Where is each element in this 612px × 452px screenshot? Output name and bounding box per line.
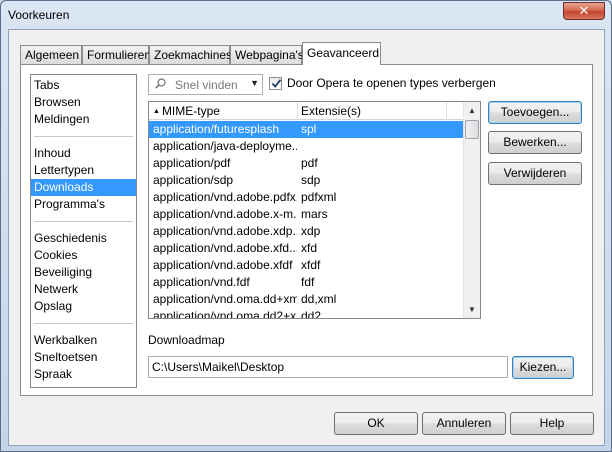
category-item-programmas[interactable]: Programma's	[31, 196, 136, 213]
category-item-sneltoetsen[interactable]: Sneltoetsen	[31, 349, 136, 366]
cancel-button[interactable]: Annuleren	[422, 412, 506, 435]
remove-mime-type-button[interactable]: Verwijderen	[488, 162, 582, 185]
category-divider	[34, 136, 133, 137]
category-item-browsen[interactable]: Browsen	[31, 94, 136, 111]
category-item-spraak[interactable]: Spraak	[31, 366, 136, 383]
dialog-client: Algemeen Formulieren Zoekmachines Webpag…	[8, 29, 605, 446]
tab-webpaginas[interactable]: Webpagina's	[230, 45, 304, 64]
category-item-netwerk[interactable]: Netwerk	[31, 281, 136, 298]
category-item-geschiedenis[interactable]: Geschiedenis	[31, 230, 136, 247]
table-row[interactable]: application/vnd.adobe.xdp... xdp	[149, 223, 464, 240]
scrollbar-thumb[interactable]	[465, 120, 479, 139]
quick-find-field[interactable]: Snel vinden ▼	[148, 74, 263, 95]
table-row[interactable]: application/vnd.oma.dd2+xml dd2	[149, 308, 464, 318]
category-item-beveiliging[interactable]: Beveiliging	[31, 264, 136, 281]
search-icon	[155, 78, 166, 89]
sort-ascending-icon: ▲	[153, 108, 160, 115]
mime-table-body: application/futuresplash spl application/…	[149, 121, 464, 318]
close-button[interactable]: ✕	[563, 2, 605, 20]
checkmark-icon	[271, 79, 282, 88]
tab-algemeen[interactable]: Algemeen	[20, 45, 82, 64]
hide-opera-types-checkbox[interactable]	[269, 77, 282, 90]
tab-geavanceerd[interactable]: Geavanceerd	[302, 42, 381, 65]
scroll-down-icon[interactable]: ▼	[464, 301, 480, 318]
category-item-werkbalken[interactable]: Werkbalken	[31, 332, 136, 349]
category-divider	[34, 221, 133, 222]
edit-mime-type-button[interactable]: Bewerken...	[488, 131, 582, 154]
table-row[interactable]: application/vnd.oma.dd+xml dd,xml	[149, 291, 464, 308]
table-row[interactable]: application/sdp sdp	[149, 172, 464, 189]
category-item-tabs[interactable]: Tabs	[31, 77, 136, 94]
tab-formulieren[interactable]: Formulieren	[82, 45, 151, 64]
tab-zoekmachines[interactable]: Zoekmachines	[149, 45, 232, 64]
hide-opera-types-label[interactable]: Door Opera te openen types verbergen	[287, 76, 496, 90]
category-list[interactable]: Tabs Browsen Meldingen Inhoud Lettertype…	[30, 74, 137, 388]
table-row[interactable]: application/pdf pdf	[149, 155, 464, 172]
quick-find-placeholder: Snel vinden	[175, 78, 238, 92]
window-title: Voorkeuren	[8, 8, 70, 22]
mime-table-scrollbar[interactable]: ▲ ▼	[463, 102, 480, 318]
category-item-meldingen[interactable]: Meldingen	[31, 111, 136, 128]
category-item-opslag[interactable]: Opslag	[31, 298, 136, 315]
choose-folder-button[interactable]: Kiezen...	[512, 356, 574, 379]
table-row[interactable]: application/futuresplash spl	[149, 121, 464, 138]
download-folder-input[interactable]: C:\Users\Maikel\Desktop	[148, 356, 508, 378]
mime-type-table[interactable]: ▲ MIME-type Extensie(s) application/futur…	[148, 101, 481, 319]
add-mime-type-button[interactable]: Toevoegen...	[488, 101, 582, 124]
scroll-up-icon[interactable]: ▲	[464, 102, 480, 119]
preferences-window: Voorkeuren ✕ Algemeen Formulieren Zoekma…	[0, 0, 612, 452]
chevron-down-icon[interactable]: ▼	[250, 78, 259, 88]
title-bar: Voorkeuren	[1, 1, 611, 29]
column-header-extensions[interactable]: Extensie(s)	[301, 104, 361, 118]
table-row[interactable]: application/vnd.fdf fdf	[149, 274, 464, 291]
category-item-cookies[interactable]: Cookies	[31, 247, 136, 264]
category-item-downloads[interactable]: Downloads	[31, 179, 136, 196]
category-divider	[34, 323, 133, 324]
table-row[interactable]: application/vnd.adobe.xfdf xfdf	[149, 257, 464, 274]
table-row[interactable]: application/java-deployme...	[149, 138, 464, 155]
ok-button[interactable]: OK	[334, 412, 418, 435]
download-folder-label: Downloadmap	[148, 333, 225, 347]
column-header-mime-type[interactable]: ▲ MIME-type	[153, 104, 220, 118]
tab-panel-geavanceerd: Tabs Browsen Meldingen Inhoud Lettertype…	[20, 64, 593, 396]
category-item-lettertypen[interactable]: Lettertypen	[31, 162, 136, 179]
help-button[interactable]: Help	[510, 412, 594, 435]
category-item-inhoud[interactable]: Inhoud	[31, 145, 136, 162]
table-row[interactable]: application/vnd.adobe.xfd... xfd	[149, 240, 464, 257]
mime-table-header: ▲ MIME-type Extensie(s)	[149, 102, 464, 120]
table-row[interactable]: application/vnd.adobe.pdfx... pdfxml	[149, 189, 464, 206]
table-row[interactable]: application/vnd.adobe.x-m... mars	[149, 206, 464, 223]
